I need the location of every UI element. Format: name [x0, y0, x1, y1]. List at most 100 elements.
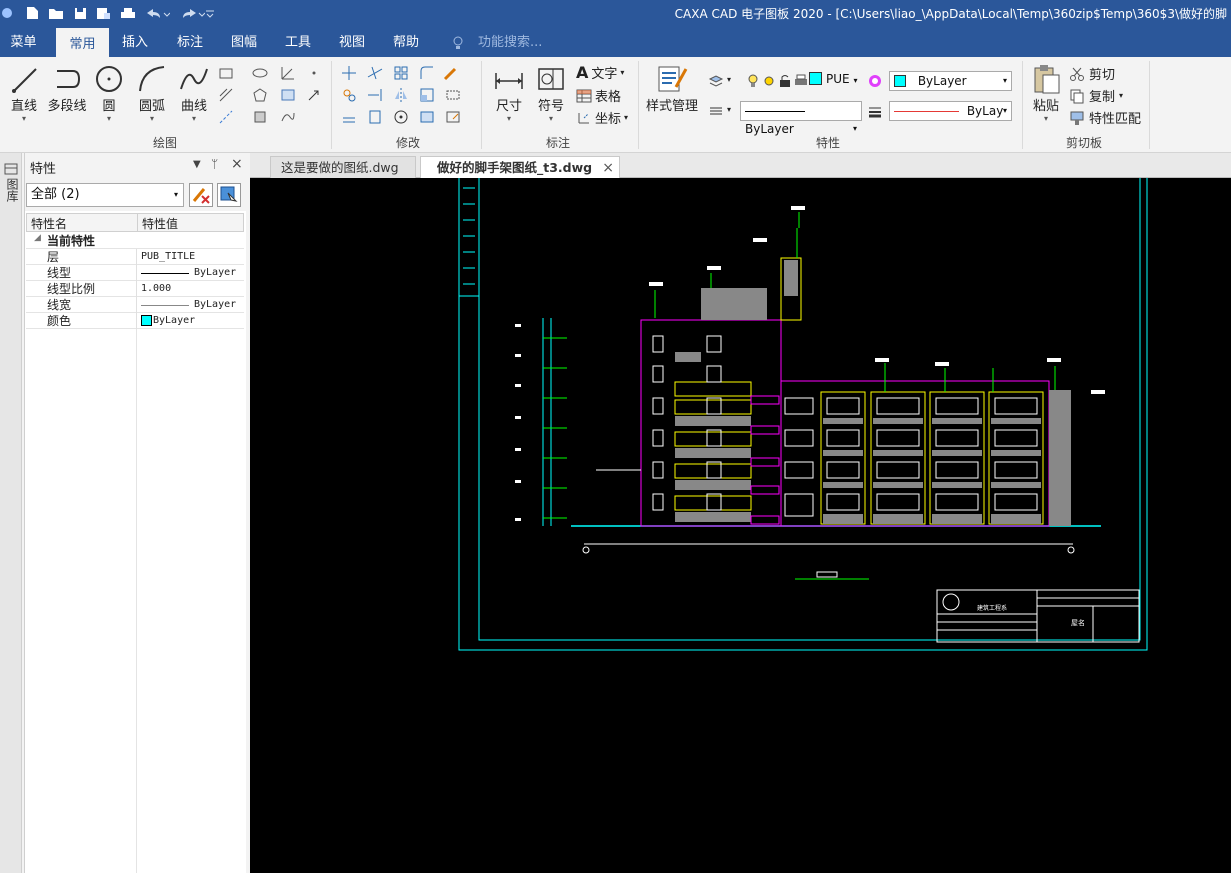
tab-view[interactable]: 视图 — [329, 28, 375, 57]
fillet-icon[interactable] — [419, 65, 435, 81]
layer-stack-icon[interactable] — [708, 73, 724, 89]
title-block-company: 建筑工程系 — [977, 604, 1007, 612]
tab-tools[interactable]: 工具 — [275, 28, 321, 57]
angle-line-icon[interactable] — [280, 65, 296, 81]
copy-button[interactable]: 复制 ▾ — [1069, 86, 1123, 105]
extend-icon[interactable] — [367, 87, 383, 103]
properties-group-label: 特性 — [815, 136, 840, 150]
color-select[interactable]: ByLayer ▾ — [889, 71, 1012, 91]
select-objects-button[interactable] — [217, 183, 241, 207]
close-tab-icon[interactable]: × — [602, 157, 614, 179]
column-header-name: 特性名 — [31, 217, 68, 231]
pen-icon[interactable] — [443, 65, 459, 81]
parallel-line-icon[interactable] — [218, 87, 234, 103]
rectangle-icon[interactable] — [218, 65, 234, 81]
color-wheel-icon[interactable] — [867, 73, 883, 89]
arc-button[interactable]: 圆弧 ▾ — [134, 63, 170, 123]
offset-icon[interactable] — [341, 109, 357, 125]
scale-icon[interactable] — [419, 87, 435, 103]
quick-access-dropdown-icon[interactable] — [203, 5, 217, 21]
lock-icon[interactable] — [777, 73, 793, 89]
layer-select[interactable]: PUE ▾ — [822, 71, 864, 89]
move-icon[interactable] — [341, 65, 357, 81]
rotate-icon[interactable] — [393, 109, 409, 125]
document-tab-active[interactable]: 做好的脚手架图纸_t3.dwg × — [420, 156, 620, 178]
pin-icon[interactable]: ᛘ — [211, 157, 218, 171]
match-properties-button[interactable]: 特性匹配 — [1069, 108, 1141, 127]
text-button[interactable]: A 文字 ▾ — [576, 63, 624, 82]
print-icon[interactable] — [119, 5, 137, 21]
function-search-input[interactable]: 功能搜索... — [478, 28, 542, 57]
property-row[interactable]: 线型比例 1.000 — [26, 281, 244, 297]
collapse-icon[interactable]: ◢ — [34, 233, 41, 243]
dimension-button[interactable]: 尺寸 ▾ — [491, 63, 527, 123]
break-icon[interactable] — [367, 109, 383, 125]
paste-button[interactable]: 粘贴 ▾ — [1028, 63, 1064, 123]
property-value: ByLayer — [194, 299, 237, 310]
line-button[interactable]: 直线 ▾ — [6, 63, 42, 123]
curve-button[interactable]: 曲线 ▾ — [176, 63, 212, 123]
close-icon[interactable]: × — [231, 156, 243, 172]
undo-icon[interactable] — [143, 5, 171, 21]
library-side-tab[interactable]: 图库 — [0, 153, 22, 873]
edit-icon[interactable] — [445, 109, 461, 125]
linewidth-select[interactable]: ByLay ▾ — [889, 101, 1012, 121]
mirror-icon[interactable] — [393, 87, 409, 103]
open-folder-icon[interactable] — [47, 5, 65, 21]
circle-button[interactable]: 圆 ▾ — [92, 63, 126, 123]
linewidth-icon[interactable] — [867, 103, 883, 119]
lineweight-list-icon[interactable] — [708, 103, 724, 119]
save-icon[interactable] — [72, 5, 88, 21]
centerline-icon[interactable] — [218, 109, 234, 125]
tab-frame[interactable]: 图幅 — [221, 28, 267, 57]
style-manager-button[interactable]: 样式管理 — [644, 63, 700, 114]
trim-icon[interactable] — [367, 65, 383, 81]
coordinate-button[interactable]: 坐标 ▾ — [576, 108, 628, 127]
table-button-label: 表格 — [595, 90, 622, 105]
new-file-icon[interactable] — [24, 5, 40, 21]
stretch-icon[interactable] — [445, 87, 461, 103]
tab-help[interactable]: 帮助 — [383, 28, 429, 57]
printer-layer-icon[interactable] — [793, 73, 809, 89]
array-icon[interactable] — [393, 65, 409, 81]
hatch-icon[interactable] — [280, 87, 296, 103]
scissors-icon — [1070, 67, 1084, 81]
menu-main[interactable]: 菜单 — [0, 28, 47, 57]
drawing-canvas[interactable]: 建筑工程系 屋名 — [251, 178, 1231, 873]
block-icon[interactable] — [252, 109, 268, 125]
cut-button[interactable]: 剪切 — [1069, 64, 1115, 83]
tab-annotate[interactable]: 标注 — [167, 28, 213, 57]
point-icon[interactable] — [306, 65, 322, 81]
property-row[interactable]: 层 PUB_TITLE — [26, 249, 244, 265]
arrow-icon[interactable] — [306, 87, 322, 103]
polygon-icon[interactable] — [252, 87, 268, 103]
properties-panel: 特性 ▼ ᛘ × 全部 (2) ▾ 特性名 特性值 ◢ 当前特性 层 PUB_T… — [24, 153, 247, 873]
quick-select-button[interactable] — [189, 183, 213, 207]
property-row[interactable]: 线型 ByLayer — [26, 265, 244, 281]
tab-insert[interactable]: 插入 — [113, 28, 157, 57]
lightbulb-layer-icon[interactable] — [745, 73, 761, 89]
sun-icon[interactable] — [761, 73, 777, 89]
selection-filter-select[interactable]: 全部 (2) ▾ — [26, 183, 184, 207]
linetype-preview — [141, 273, 189, 274]
redo-icon[interactable] — [178, 5, 206, 21]
spline-icon[interactable] — [280, 109, 296, 125]
property-row[interactable]: 颜色 ByLayer — [26, 313, 244, 329]
property-name: 颜色 — [47, 314, 72, 328]
app-logo-icon[interactable] — [0, 5, 14, 21]
document-tab[interactable]: 这是要做的图纸.dwg — [270, 156, 416, 178]
copy-move-icon[interactable] — [341, 87, 357, 103]
line-button-label: 直线 — [10, 99, 37, 114]
linetype-select[interactable]: ByLayer ▾ — [740, 101, 862, 136]
property-row[interactable]: 线宽 ByLayer — [26, 297, 244, 313]
save-as-icon[interactable] — [95, 5, 111, 21]
polyline-button[interactable]: 多段线 — [44, 63, 90, 114]
library-icon — [4, 163, 18, 175]
table-button[interactable]: 表格 — [576, 86, 621, 105]
symbol-button[interactable]: 符号 ▾ — [533, 63, 569, 123]
explode-icon[interactable] — [419, 109, 435, 125]
panel-dropdown-icon[interactable]: ▼ — [193, 159, 201, 170]
ellipse-icon[interactable] — [252, 65, 268, 81]
tab-home[interactable]: 常用 — [56, 28, 109, 57]
section-header[interactable]: ◢ 当前特性 — [26, 232, 244, 249]
